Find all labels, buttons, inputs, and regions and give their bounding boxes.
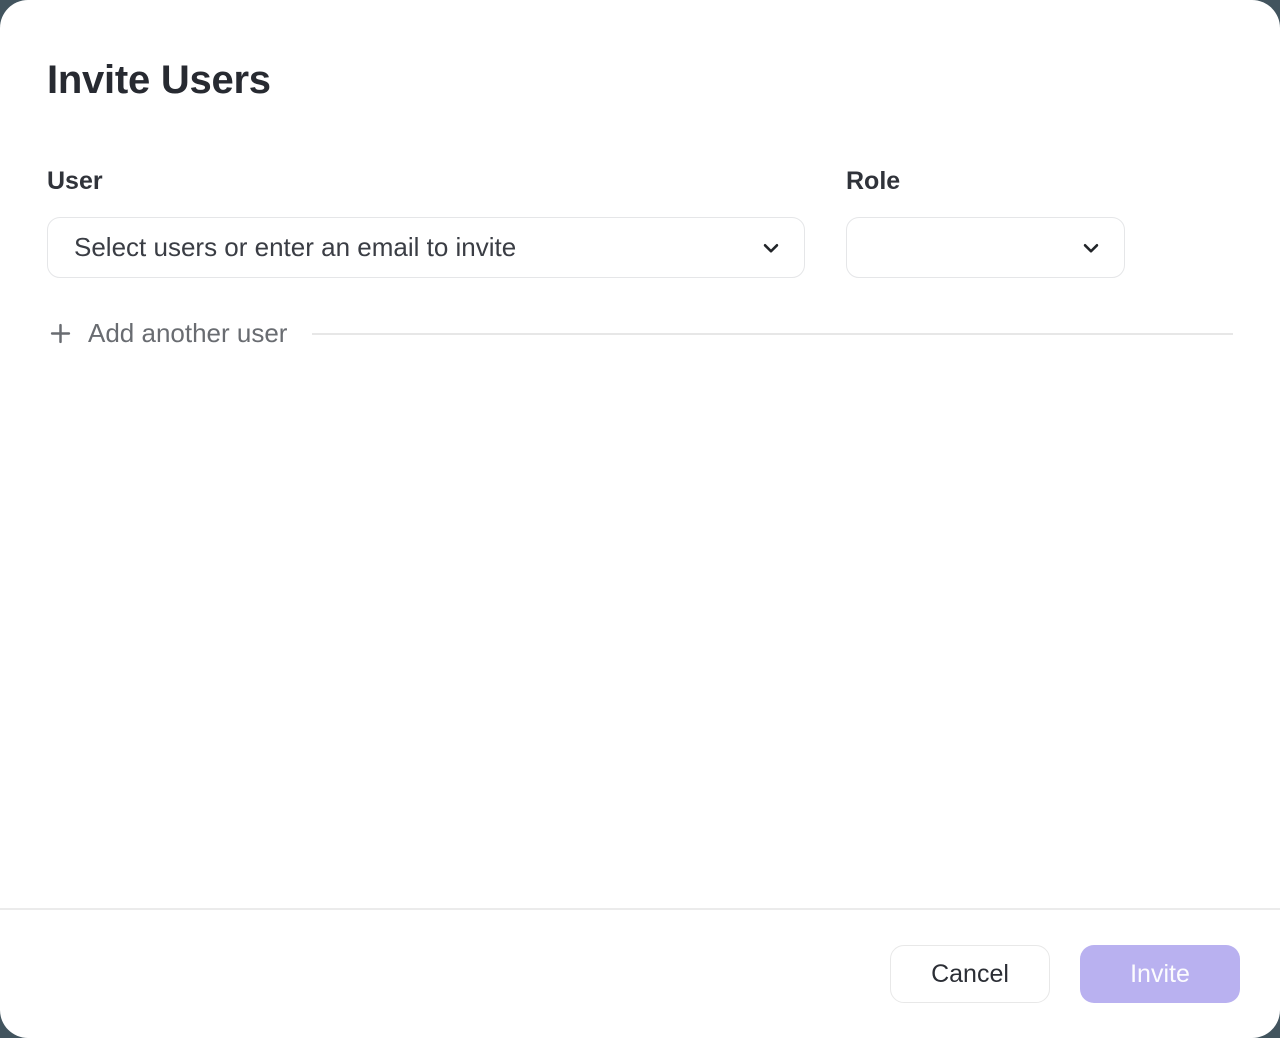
divider — [312, 333, 1233, 335]
add-another-user-button[interactable]: Add another user — [47, 318, 287, 349]
plus-icon — [47, 320, 74, 347]
chevron-down-icon — [758, 235, 784, 261]
modal-footer: Cancel Invite — [0, 908, 1280, 1038]
user-select[interactable]: Select users or enter an email to invite — [47, 217, 805, 278]
role-select[interactable] — [846, 217, 1125, 278]
role-label: Role — [846, 166, 1125, 196]
add-another-user-label: Add another user — [88, 318, 287, 349]
cancel-button[interactable]: Cancel — [890, 945, 1050, 1003]
user-role-row: User Select users or enter an email to i… — [47, 166, 1233, 278]
add-another-user-row: Add another user — [47, 318, 1233, 349]
user-select-placeholder: Select users or enter an email to invite — [74, 232, 516, 263]
chevron-down-icon — [1078, 235, 1104, 261]
invite-users-modal: Invite Users User Select users or enter … — [0, 0, 1280, 1038]
page-title: Invite Users — [47, 56, 1233, 104]
role-field-group: Role — [846, 166, 1125, 278]
user-field-group: User Select users or enter an email to i… — [47, 166, 805, 278]
invite-button[interactable]: Invite — [1080, 945, 1240, 1003]
user-label: User — [47, 166, 805, 196]
modal-body: Invite Users User Select users or enter … — [0, 0, 1280, 908]
